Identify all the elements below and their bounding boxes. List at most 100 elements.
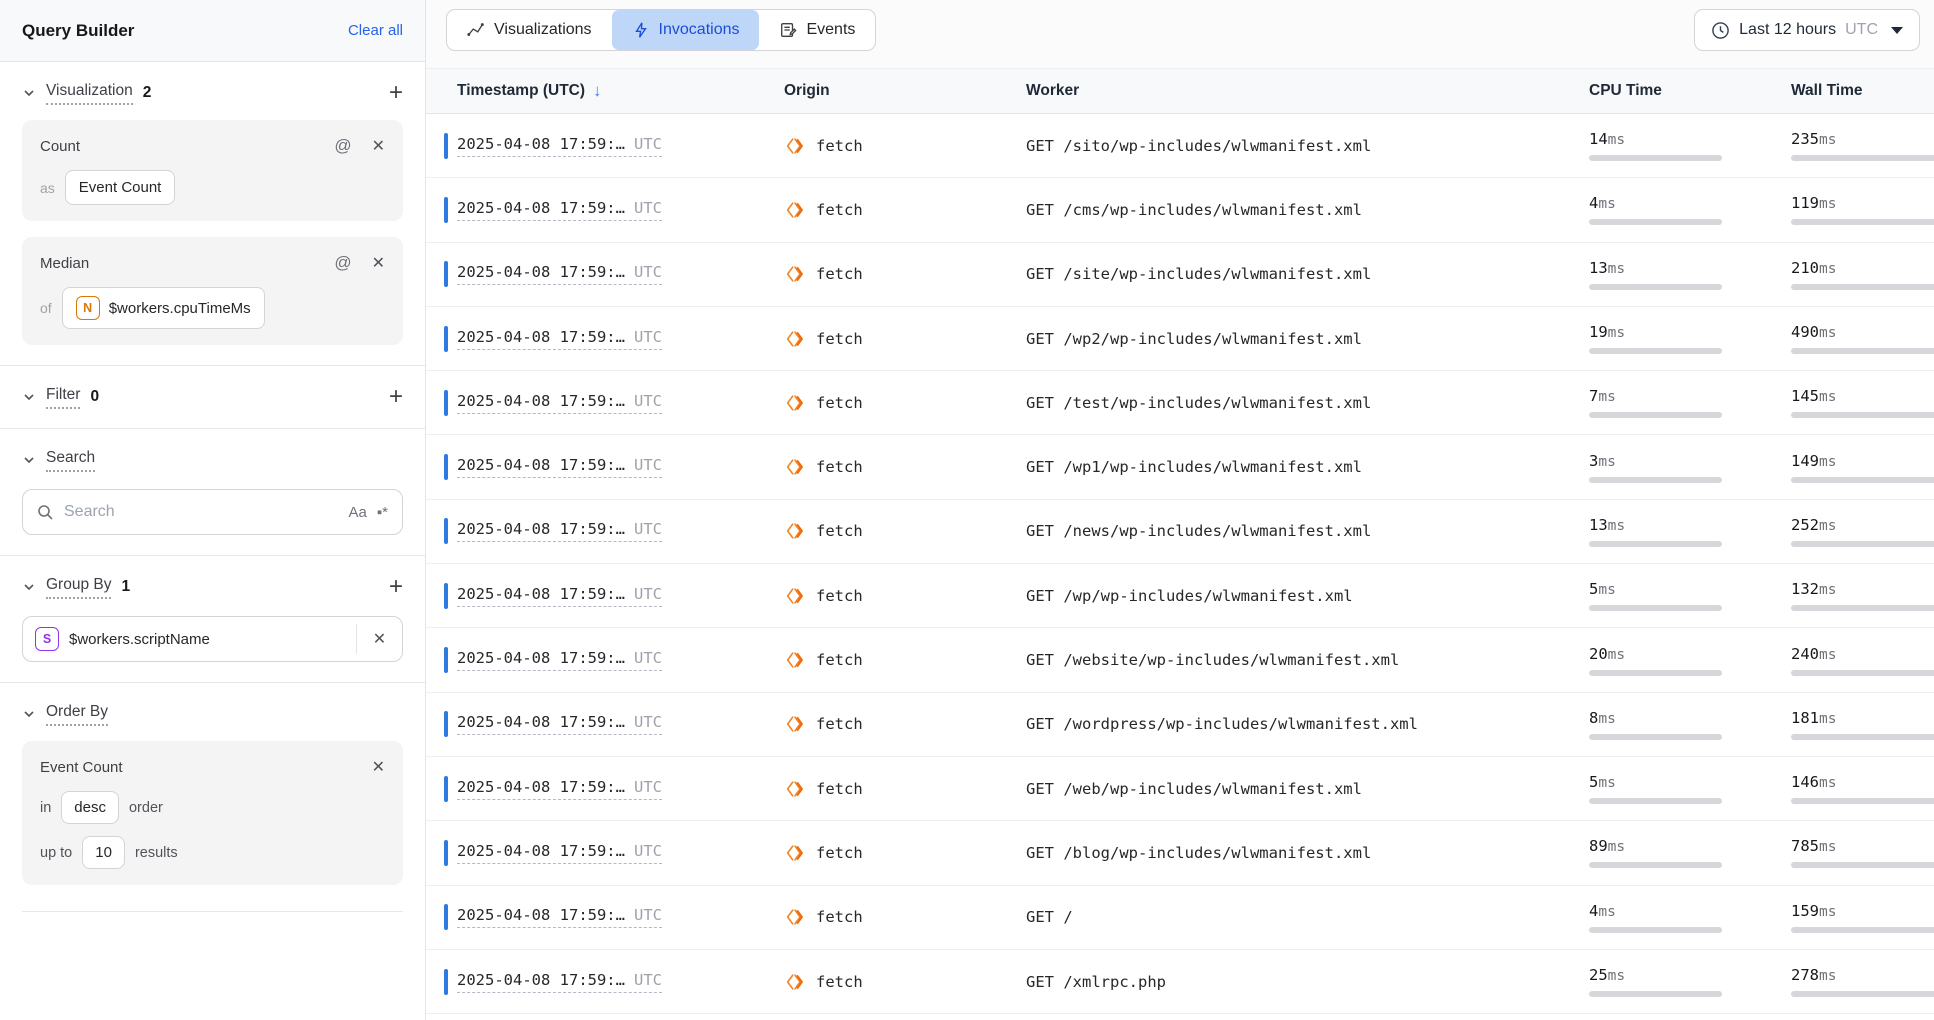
cpu-time-unit: ms <box>1608 132 1625 148</box>
line-chart-icon <box>467 21 485 39</box>
regex-icon[interactable]: ▪* <box>377 504 388 521</box>
wall-time-unit: ms <box>1819 196 1836 212</box>
worker-value: GET /web/wp-includes/wlwmanifest.xml <box>1026 780 1589 798</box>
wall-time-value: 149 <box>1791 452 1819 470</box>
direction-select[interactable]: desc <box>61 791 119 824</box>
workers-icon <box>784 649 806 671</box>
table-row[interactable]: 2025-04-08 17:59:…UTC fetch GET / 4ms 15… <box>426 886 1934 950</box>
table-row[interactable]: 2025-04-08 17:59:…UTC fetch GET /sito/wp… <box>426 114 1934 178</box>
clear-all-link[interactable]: Clear all <box>348 22 403 39</box>
table-row[interactable]: 2025-04-08 17:59:…UTC fetch GET /cms/wp-… <box>426 178 1934 242</box>
group-by-count: 1 <box>121 578 130 596</box>
at-icon[interactable]: @ <box>334 253 351 273</box>
at-icon[interactable]: @ <box>334 136 351 156</box>
tab-events[interactable]: Events <box>759 10 875 50</box>
timestamp-cell[interactable]: 2025-04-08 17:59:…UTC <box>457 199 662 221</box>
add-visualization-button[interactable]: + <box>389 81 403 105</box>
chevron-down-icon[interactable] <box>22 580 36 594</box>
chevron-down-icon[interactable] <box>22 86 36 100</box>
timestamp-cell[interactable]: 2025-04-08 17:59:…UTC <box>457 778 662 800</box>
tab-visualizations[interactable]: Visualizations <box>447 10 612 50</box>
remove-group-by-button[interactable]: ✕ <box>356 624 402 654</box>
origin-value: fetch <box>816 137 863 155</box>
wall-time-cell: 490ms <box>1791 323 1934 354</box>
timestamp-cell[interactable]: 2025-04-08 17:59:…UTC <box>457 520 662 542</box>
close-icon[interactable]: ✕ <box>372 253 385 273</box>
timestamp-cell[interactable]: 2025-04-08 17:59:…UTC <box>457 585 662 607</box>
timestamp-timezone: UTC <box>634 713 662 731</box>
timestamp-cell[interactable]: 2025-04-08 17:59:…UTC <box>457 842 662 864</box>
visualization-card-count: Count @ ✕ as Event Count <box>22 120 403 221</box>
wall-time-value: 490 <box>1791 323 1819 341</box>
add-filter-button[interactable]: + <box>389 385 403 409</box>
match-case-icon[interactable]: Aa <box>348 504 366 521</box>
table-row[interactable]: 2025-04-08 17:59:…UTC fetch GET /wp2/wp-… <box>426 307 1934 371</box>
column-header-timestamp[interactable]: Timestamp (UTC) ↓ <box>444 81 784 101</box>
group-by-section: Group By 1 + S $workers.scriptName ✕ <box>0 555 425 682</box>
visualization-section-label[interactable]: Visualization <box>46 82 133 105</box>
timestamp-cell[interactable]: 2025-04-08 17:59:…UTC <box>457 649 662 671</box>
close-icon[interactable]: ✕ <box>372 757 385 777</box>
timestamp-cell[interactable]: 2025-04-08 17:59:…UTC <box>457 971 662 993</box>
cpu-time-unit: ms <box>1598 196 1615 212</box>
workers-icon <box>784 199 806 221</box>
timestamp-cell[interactable]: 2025-04-08 17:59:…UTC <box>457 392 662 414</box>
workers-icon <box>784 906 806 928</box>
search-section-label[interactable]: Search <box>46 449 95 472</box>
timestamp-cell[interactable]: 2025-04-08 17:59:…UTC <box>457 135 662 157</box>
filter-section-label[interactable]: Filter <box>46 386 80 409</box>
table-row[interactable]: 2025-04-08 17:59:…UTC fetch GET /web/wp-… <box>426 757 1934 821</box>
worker-value: GET /test/wp-includes/wlwmanifest.xml <box>1026 394 1589 412</box>
chevron-down-icon[interactable] <box>22 707 36 721</box>
table-row[interactable]: 2025-04-08 17:59:…UTC fetch GET /blog/wp… <box>426 821 1934 885</box>
timestamp-value: 2025-04-08 17:59:… <box>457 135 625 153</box>
limit-input[interactable]: 10 <box>82 836 125 869</box>
column-header-origin[interactable]: Origin <box>784 82 1026 100</box>
row-marker <box>444 969 448 995</box>
order-by-section-label[interactable]: Order By <box>46 703 108 726</box>
table-row[interactable]: 2025-04-08 17:59:…UTC fetch GET /wp1/wp-… <box>426 435 1934 499</box>
wall-time-unit: ms <box>1819 132 1836 148</box>
cpu-time-unit: ms <box>1608 839 1625 855</box>
table-row[interactable]: 2025-04-08 17:59:…UTC fetch GET /website… <box>426 628 1934 692</box>
tab-invocations[interactable]: Invocations <box>612 10 760 50</box>
cpu-time-unit: ms <box>1608 968 1625 984</box>
table-row[interactable]: 2025-04-08 17:59:…UTC fetch GET /wp/wp-i… <box>426 564 1934 628</box>
order-by-card: Event Count ✕ in desc order up to 10 res… <box>22 741 403 885</box>
row-marker <box>444 904 448 930</box>
wall-time-value: 145 <box>1791 387 1819 405</box>
chevron-down-icon[interactable] <box>22 453 36 467</box>
workers-icon <box>784 585 806 607</box>
timestamp-cell[interactable]: 2025-04-08 17:59:…UTC <box>457 263 662 285</box>
event-count-chip[interactable]: Event Count <box>65 170 176 205</box>
cpu-time-field-chip[interactable]: N $workers.cpuTimeMs <box>62 287 265 329</box>
table-row[interactable]: 2025-04-08 17:59:…UTC fetch GET /test/wp… <box>426 371 1934 435</box>
column-header-wall-time[interactable]: Wall Time <box>1791 82 1934 100</box>
add-group-by-button[interactable]: + <box>389 575 403 599</box>
column-header-cpu-time[interactable]: CPU Time <box>1589 82 1791 100</box>
wall-time-value: 235 <box>1791 130 1819 148</box>
timestamp-cell[interactable]: 2025-04-08 17:59:…UTC <box>457 906 662 928</box>
cpu-time-value: 4 <box>1589 194 1598 212</box>
caret-down-icon <box>1891 27 1903 34</box>
table-row[interactable]: 2025-04-08 17:59:…UTC fetch GET /news/wp… <box>426 500 1934 564</box>
column-header-worker[interactable]: Worker <box>1026 82 1589 100</box>
sort-desc-icon[interactable]: ↓ <box>593 81 602 101</box>
close-icon[interactable]: ✕ <box>372 136 385 156</box>
search-input[interactable] <box>64 503 338 521</box>
table-row[interactable]: 2025-04-08 17:59:…UTC fetch GET /site/wp… <box>426 243 1934 307</box>
row-marker <box>444 583 448 609</box>
group-by-section-label[interactable]: Group By <box>46 576 111 599</box>
table-row[interactable]: 2025-04-08 17:59:…UTC fetch GET /xmlrpc.… <box>426 950 1934 1014</box>
timestamp-value: 2025-04-08 17:59:… <box>457 520 625 538</box>
time-range-picker[interactable]: Last 12 hours UTC <box>1694 9 1920 51</box>
timestamp-cell[interactable]: 2025-04-08 17:59:…UTC <box>457 456 662 478</box>
group-by-field-chip[interactable]: S $workers.scriptName ✕ <box>22 616 403 662</box>
timestamp-cell[interactable]: 2025-04-08 17:59:…UTC <box>457 328 662 350</box>
chevron-down-icon[interactable] <box>22 390 36 404</box>
table-row[interactable]: 2025-04-08 17:59:…UTC fetch GET /wordpre… <box>426 693 1934 757</box>
workers-icon <box>784 135 806 157</box>
cpu-time-unit: ms <box>1608 325 1625 341</box>
wall-time-value: 252 <box>1791 516 1819 534</box>
timestamp-cell[interactable]: 2025-04-08 17:59:…UTC <box>457 713 662 735</box>
